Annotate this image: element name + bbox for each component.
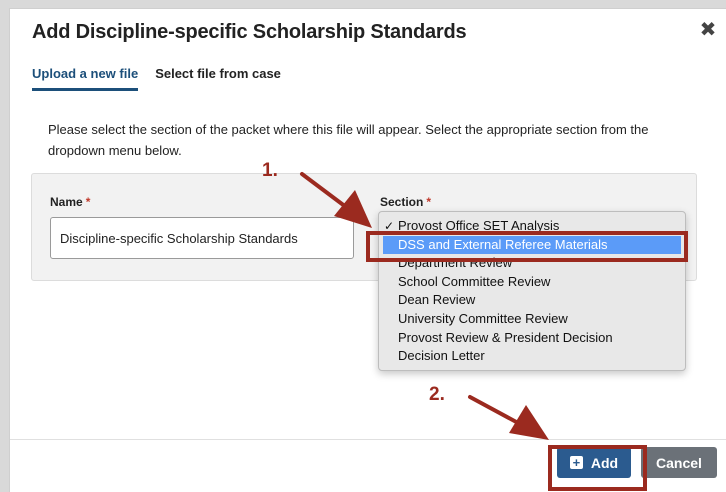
- annotation-arrow-1-head: [334, 190, 372, 228]
- annotation-arrow-1-shaft: [300, 172, 352, 212]
- annotation-arrow-2-shaft: [468, 395, 522, 426]
- annotation-arrows: [300, 172, 549, 440]
